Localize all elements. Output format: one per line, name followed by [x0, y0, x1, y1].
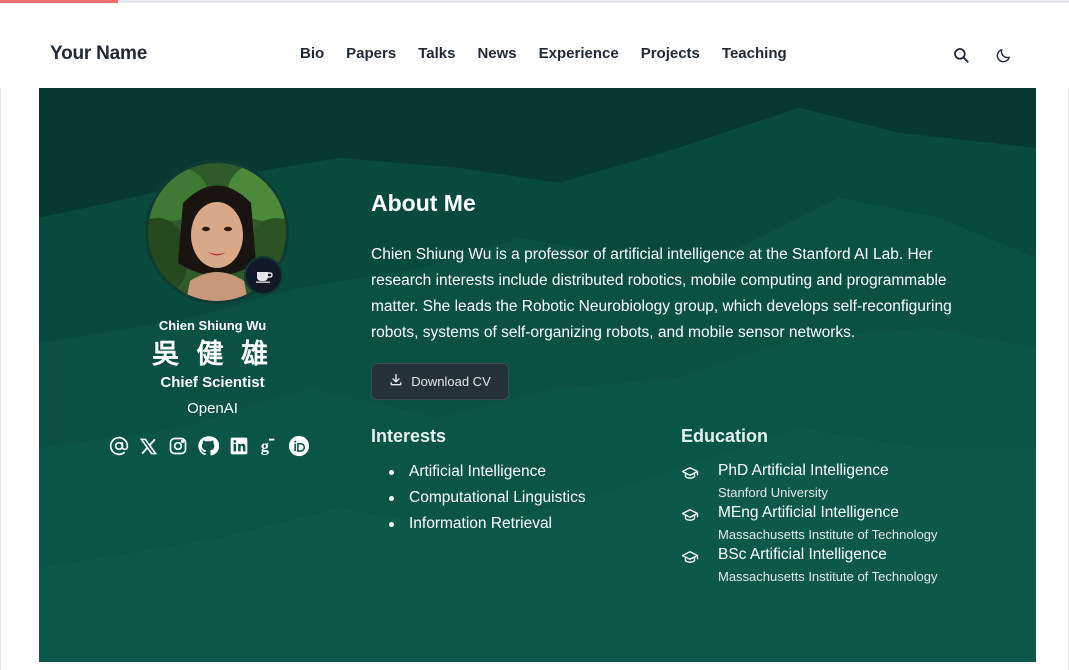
education-degree: BSc Artificial Intelligence [718, 546, 887, 563]
orcid-icon[interactable] [288, 435, 310, 457]
nav-link-news[interactable]: News [477, 45, 516, 62]
education-degree: PhD Artificial Intelligence [718, 462, 889, 479]
social-links: g [109, 434, 319, 458]
interest-item: Computational Linguistics [389, 488, 586, 514]
svg-text:g: g [261, 436, 270, 455]
nav-link-talks[interactable]: Talks [418, 45, 455, 62]
nav-link-projects[interactable]: Projects [641, 45, 700, 62]
interests-list: Artificial Intelligence Computational Li… [389, 462, 586, 540]
about-title: About Me [371, 190, 476, 216]
download-cv-label: Download CV [411, 374, 491, 389]
github-icon[interactable] [197, 435, 220, 457]
graduation-cap-icon [681, 467, 699, 479]
profile-name-cjk: 吳 健 雄 [151, 339, 273, 369]
education-school: Massachusetts Institute of Technology [718, 527, 938, 542]
linkedin-icon[interactable] [229, 435, 249, 457]
nav-link-papers[interactable]: Papers [346, 45, 396, 62]
nav-links: Bio Papers Talks News Experience Project… [300, 45, 809, 62]
education-school: Massachusetts Institute of Technology [718, 569, 938, 584]
window-border-left [0, 0, 1, 670]
interests-title: Interests [371, 426, 447, 446]
profile-avatar-wrap [145, 160, 289, 304]
instagram-icon[interactable] [168, 435, 188, 457]
nav-link-bio[interactable]: Bio [300, 45, 324, 62]
moon-icon[interactable] [993, 45, 1013, 65]
nav-link-teaching[interactable]: Teaching [722, 45, 787, 62]
at-sign-icon[interactable] [109, 435, 129, 457]
coffee-cup-icon [244, 256, 283, 295]
education-degree: MEng Artificial Intelligence [718, 504, 899, 521]
google-scholar-icon[interactable]: g [258, 435, 278, 457]
graduation-cap-icon [681, 509, 699, 521]
profile-organization: OpenAI [187, 400, 238, 417]
download-cv-button[interactable]: Download CV [371, 363, 509, 400]
search-icon[interactable] [951, 45, 971, 65]
navbar: Your Name Bio Papers Talks News Experien… [0, 3, 1069, 88]
nav-link-experience[interactable]: Experience [539, 45, 619, 62]
site-brand[interactable]: Your Name [50, 43, 147, 65]
x-twitter-icon[interactable] [139, 435, 159, 457]
education-title: Education [681, 426, 769, 446]
about-bio: Chien Shiung Wu is a professor of artifi… [371, 246, 952, 341]
nav-actions [951, 45, 1013, 65]
education-school: Stanford University [718, 485, 828, 500]
profile-name: Chien Shiung Wu [158, 318, 267, 333]
graduation-cap-icon [681, 551, 699, 563]
interest-item: Information Retrieval [389, 514, 586, 540]
download-icon [389, 373, 403, 390]
profile-role: Chief Scientist [160, 374, 265, 391]
hero-section: Chien Shiung Wu 吳 健 雄 Chief Scientist Op… [39, 88, 1036, 662]
interest-item: Artificial Intelligence [389, 462, 586, 488]
